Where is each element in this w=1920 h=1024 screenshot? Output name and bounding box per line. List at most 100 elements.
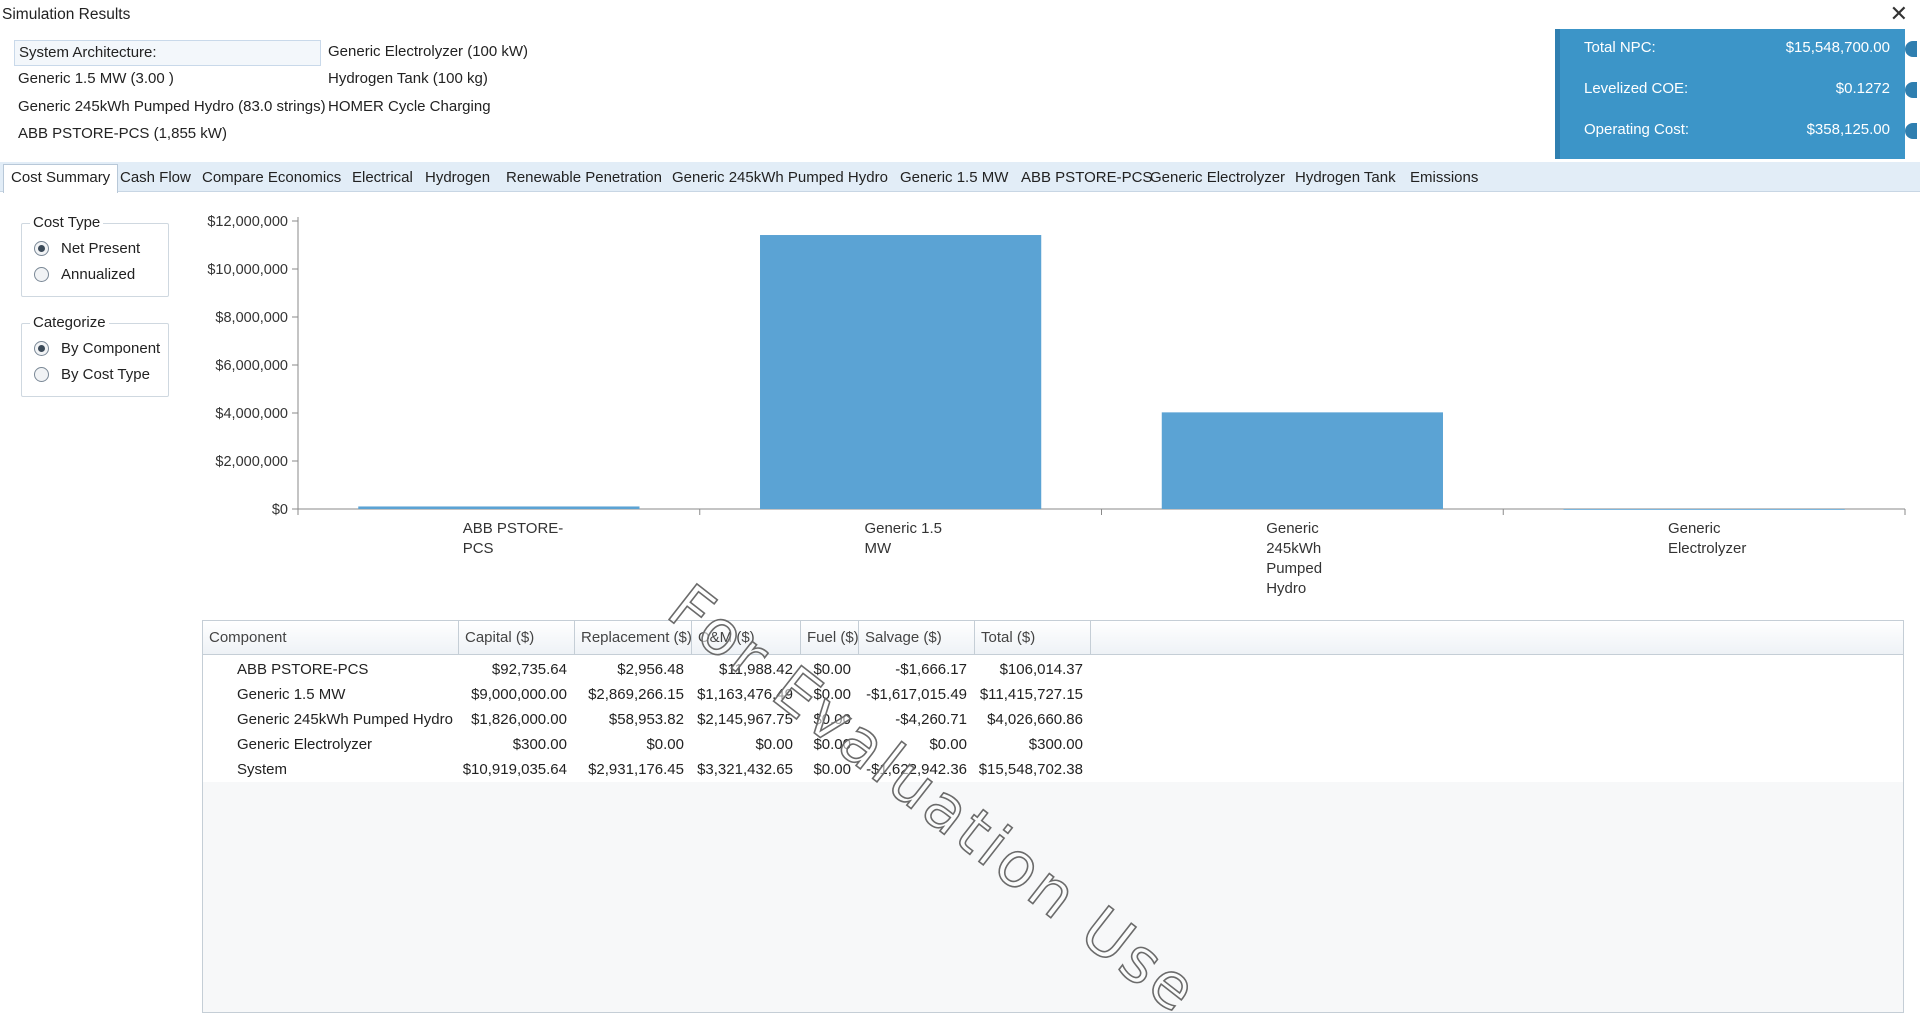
close-icon[interactable]: ✕ bbox=[1890, 2, 1908, 26]
table-cell: $9,000,000.00 bbox=[471, 686, 567, 703]
x-category-label: Hydro bbox=[1266, 580, 1306, 597]
chart-bar bbox=[358, 506, 640, 509]
arch-item: ABB PSTORE-PCS (1,855 kW) bbox=[18, 125, 227, 142]
table-header: Component Capital ($) Replacement ($) O&M (… bbox=[203, 621, 1903, 655]
table-cell: ABB PSTORE-PCS bbox=[237, 661, 369, 678]
cost-type-group: Cost Type Net Present Annualized bbox=[21, 214, 169, 297]
table-cell: $1,163,476.49 bbox=[697, 686, 793, 703]
table-row[interactable]: ABB PSTORE-PCS $92,735.64 $2,956.48 $11,988… bbox=[203, 657, 1903, 682]
table-cell: $15,548,702.38 bbox=[978, 761, 1083, 778]
column-header[interactable]: Component bbox=[203, 621, 459, 655]
radio-selected-icon[interactable] bbox=[34, 241, 49, 256]
tab-generic-1-5-mw[interactable]: Generic 1.5 MW bbox=[893, 166, 1015, 192]
info-icon[interactable] bbox=[1905, 41, 1917, 57]
tab-abb-pstore-pcs[interactable]: ABB PSTORE-PCS bbox=[1014, 166, 1159, 192]
info-icon[interactable] bbox=[1905, 123, 1917, 139]
table-cell: $106,014.37 bbox=[999, 661, 1083, 678]
x-category-label: Pumped bbox=[1266, 560, 1322, 577]
table-cell: $92,735.64 bbox=[491, 661, 567, 678]
tab-hydrogen-tank[interactable]: Hydrogen Tank bbox=[1288, 166, 1403, 192]
arch-item: Hydrogen Tank (100 kg) bbox=[328, 70, 488, 87]
table-cell: -$1,617,015.49 bbox=[866, 686, 967, 703]
radio-net-present[interactable]: Net Present bbox=[34, 240, 140, 257]
chart-bar bbox=[1563, 508, 1845, 510]
table-cell: $2,956.48 bbox=[617, 661, 684, 678]
tab-cash-flow[interactable]: Cash Flow bbox=[113, 166, 198, 192]
column-header[interactable]: Total ($) bbox=[975, 621, 1091, 655]
total-npc-value: $15,548,700.00 bbox=[1785, 39, 1890, 56]
radio-unselected-icon[interactable] bbox=[34, 267, 49, 282]
tab-generic-electrolyzer[interactable]: Generic Electrolyzer bbox=[1143, 166, 1292, 192]
column-header[interactable]: O&M ($) bbox=[692, 621, 801, 655]
table-cell: $0.00 bbox=[755, 736, 793, 753]
levelized-coe-value: $0.1272 bbox=[1835, 80, 1890, 97]
table-row[interactable]: Generic Electrolyzer $300.00 $0.00 $0.00 $0.… bbox=[203, 732, 1903, 757]
table-cell: -$1,622,942.36 bbox=[866, 761, 967, 778]
y-tick-label: $4,000,000 bbox=[215, 406, 288, 422]
tab-cost-summary[interactable]: Cost Summary bbox=[3, 164, 119, 193]
summary-panel: Total NPC: $15,548,700.00 Levelized COE:… bbox=[1555, 29, 1917, 159]
title-bar: Simulation Results ✕ bbox=[0, 0, 1920, 30]
radio-annualized[interactable]: Annualized bbox=[34, 266, 135, 283]
radio-label: By Cost Type bbox=[61, 366, 150, 383]
cost-type-title: Cost Type bbox=[30, 214, 104, 231]
table-cell: $0.00 bbox=[813, 711, 851, 728]
x-category-label: MW bbox=[864, 540, 891, 557]
arch-item: Generic Electrolyzer (100 kW) bbox=[328, 43, 529, 60]
table-cell: $2,869,266.15 bbox=[588, 686, 684, 703]
radio-selected-icon[interactable] bbox=[34, 341, 49, 356]
total-npc-row: Total NPC: $15,548,700.00 bbox=[1584, 39, 1890, 56]
cost-bar-chart: $0 $2,000,000 $4,000,000 $6,000,000 $8,000,0… bbox=[207, 214, 1906, 597]
table-cell: $58,953.82 bbox=[608, 711, 684, 728]
table-cell: $2,145,967.75 bbox=[697, 711, 793, 728]
x-category-label: ABB PSTORE- bbox=[463, 520, 564, 537]
table-cell: $0.00 bbox=[929, 736, 967, 753]
table-cell: Generic 245kWh Pumped Hydro bbox=[237, 711, 453, 728]
column-header[interactable]: Replacement ($) bbox=[575, 621, 692, 655]
x-category-label: Generic bbox=[1266, 520, 1319, 537]
table-body: ABB PSTORE-PCS $92,735.64 $2,956.48 $11,988… bbox=[203, 655, 1903, 782]
table-cell: $2,931,176.45 bbox=[588, 761, 684, 778]
table-cell: Generic 1.5 MW bbox=[237, 686, 346, 703]
tab-renewable-penetration[interactable]: Renewable Penetration bbox=[499, 166, 669, 192]
x-category-label: Generic bbox=[1668, 520, 1721, 537]
y-tick-label: $6,000,000 bbox=[215, 358, 288, 374]
x-category-label: Electrolyzer bbox=[1668, 540, 1746, 557]
table-row[interactable]: System $10,919,035.64 $2,931,176.45 $3,321,… bbox=[203, 757, 1903, 782]
arch-item: Generic 1.5 MW (3.00 ) bbox=[18, 70, 174, 87]
column-header[interactable]: Salvage ($) bbox=[859, 621, 975, 655]
column-header[interactable]: Capital ($) bbox=[459, 621, 575, 655]
table-cell: $10,919,035.64 bbox=[462, 761, 567, 778]
x-category-label: 245kWh bbox=[1266, 540, 1321, 557]
tab-electrical[interactable]: Electrical bbox=[345, 166, 420, 192]
categorize-title: Categorize bbox=[30, 314, 109, 331]
arch-item: HOMER Cycle Charging bbox=[328, 98, 491, 115]
table-row[interactable]: Generic 245kWh Pumped Hydro $1,826,000.00… bbox=[203, 707, 1903, 732]
radio-by-component[interactable]: By Component bbox=[34, 340, 160, 357]
chart-bar bbox=[1161, 412, 1443, 509]
table-cell: $0.00 bbox=[813, 661, 851, 678]
table-cell: $300.00 bbox=[1028, 736, 1083, 753]
levelized-coe-label: Levelized COE: bbox=[1584, 80, 1689, 97]
table-cell: $300.00 bbox=[512, 736, 567, 753]
y-tick-label: $10,000,000 bbox=[207, 262, 288, 278]
tab-pumped-hydro[interactable]: Generic 245kWh Pumped Hydro bbox=[665, 166, 895, 192]
table-row[interactable]: Generic 1.5 MW $9,000,000.00 $2,869,266.15… bbox=[203, 682, 1903, 707]
tab-compare-economics[interactable]: Compare Economics bbox=[195, 166, 348, 192]
window-title: Simulation Results bbox=[2, 6, 131, 23]
operating-cost-row: Operating Cost: $358,125.00 bbox=[1584, 121, 1890, 138]
arch-header[interactable]: System Architecture: bbox=[14, 40, 321, 66]
table-cell: $0.00 bbox=[813, 736, 851, 753]
radio-by-cost-type[interactable]: By Cost Type bbox=[34, 366, 150, 383]
table-cell: $11,988.42 bbox=[719, 661, 793, 678]
y-tick-label: $0 bbox=[272, 502, 288, 518]
operating-cost-value: $358,125.00 bbox=[1806, 121, 1890, 138]
categorize-group: Categorize By Component By Cost Type bbox=[21, 314, 169, 397]
tab-hydrogen[interactable]: Hydrogen bbox=[418, 166, 497, 192]
info-icon[interactable] bbox=[1905, 82, 1917, 98]
tab-emissions[interactable]: Emissions bbox=[1403, 166, 1485, 192]
column-header[interactable]: Fuel ($) bbox=[801, 621, 859, 655]
table-cell: System bbox=[237, 761, 288, 778]
table-cell: $4,026,660.86 bbox=[987, 711, 1083, 728]
radio-unselected-icon[interactable] bbox=[34, 367, 49, 382]
